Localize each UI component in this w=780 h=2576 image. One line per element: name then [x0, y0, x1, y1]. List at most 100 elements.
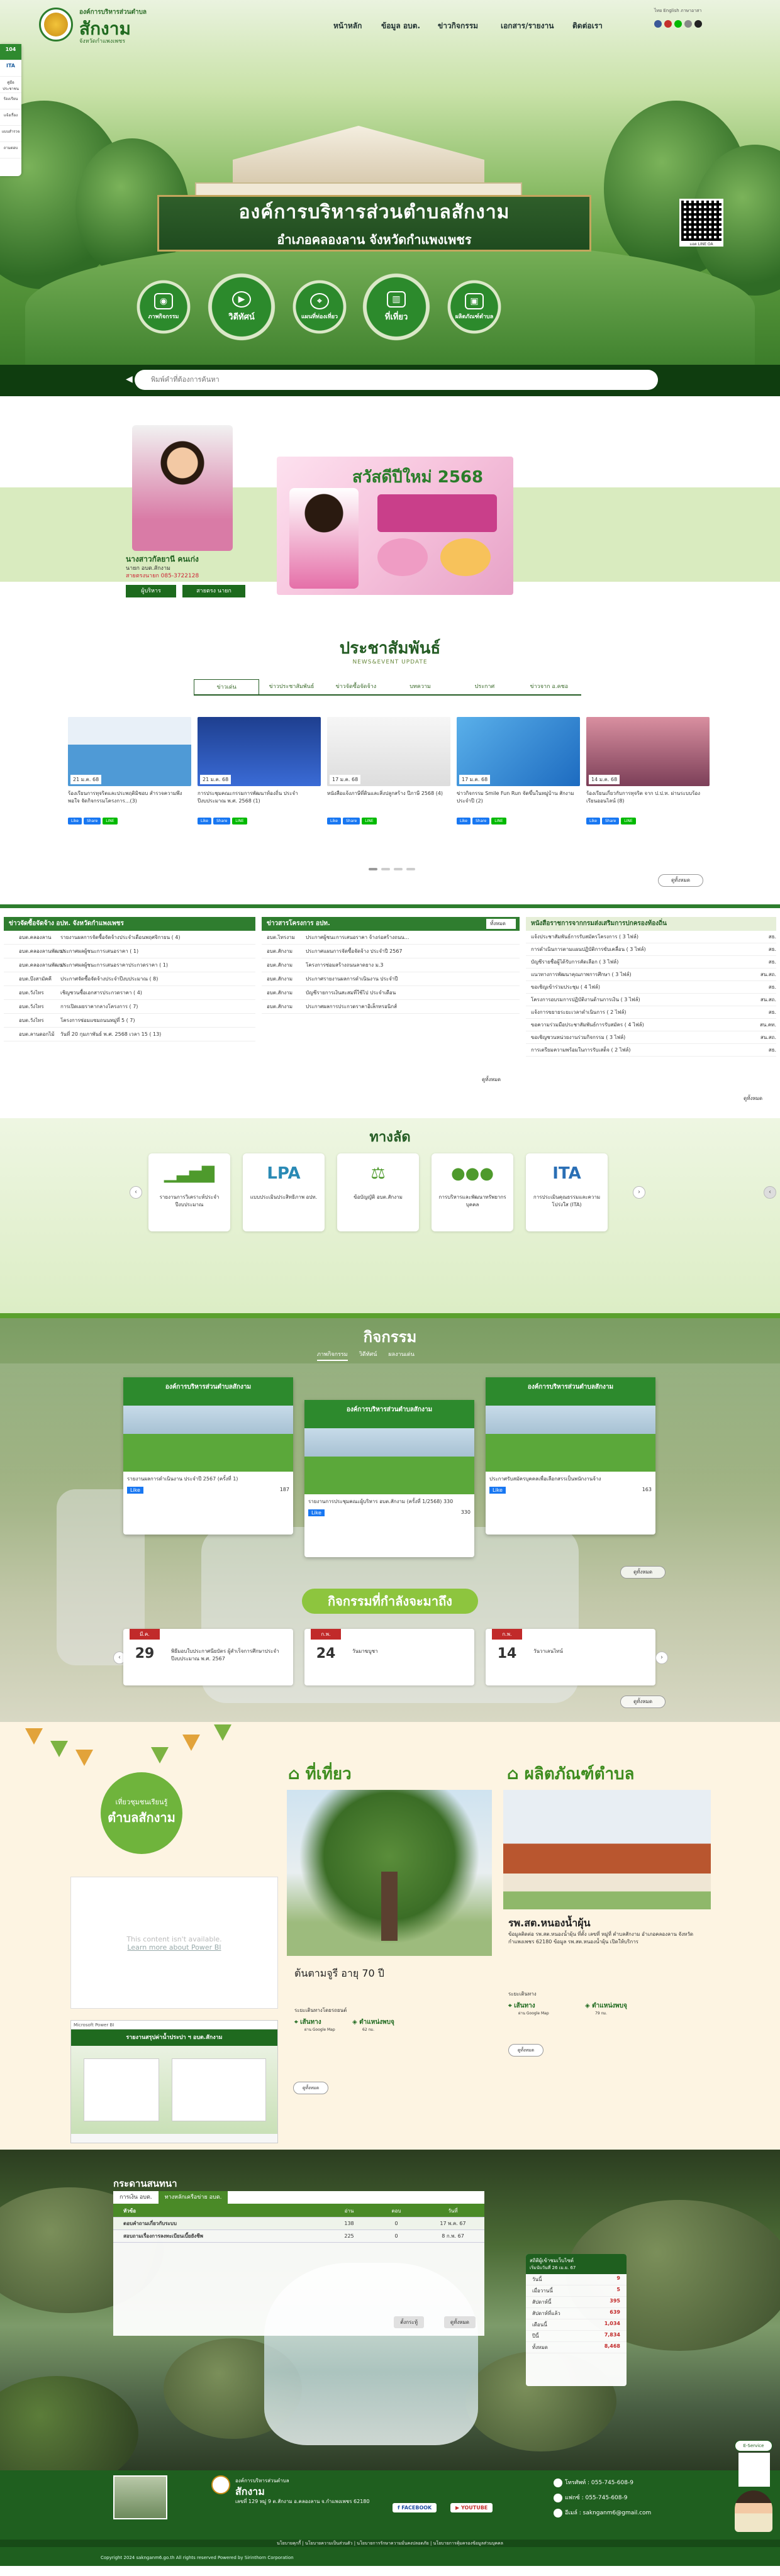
list-item[interactable]: อบต.วังไทร เชิญชวนซื้อเอกสารประกวดราคา ( …	[4, 986, 255, 1000]
list-item[interactable]: บัญชีรายชื่อผู้ได้รับการคัดเลือก ( 3 ไฟล…	[526, 956, 776, 969]
products-more-button[interactable]: ดูทั้งหมด	[508, 2044, 543, 2057]
list-item[interactable]: แจ้งการขยายระยะเวลาดำเนินการ ( 2 ไฟล์) สธ…	[526, 1006, 776, 1019]
list-item[interactable]: อบต.วังไทร การเปิดเผยราคากลางโครงการ ( 7)	[4, 1000, 255, 1014]
page-dot[interactable]	[406, 868, 415, 870]
all-topics-button[interactable]: ดูทั้งหมด	[443, 2316, 476, 2328]
list-item[interactable]: อบต.สักงาม โครงการซ่อมสร้างถนนลาดยาง ม.3	[262, 958, 520, 972]
list-item[interactable]: อบต.บึงสามัคคี ประกาศจัดซื้อจัดจ้างประจำป…	[4, 972, 255, 986]
tab-photos[interactable]: ภาพกิจกรรม	[317, 1350, 348, 1361]
side-item-survey[interactable]: แบบสำรวจ	[0, 126, 21, 142]
nav-news[interactable]: ข่าวกิจกรรม	[438, 20, 478, 32]
tab-highlights[interactable]: ผลงานเด่น	[388, 1350, 414, 1361]
list-item[interactable]: ขอเชิญชวนหน่วยงานร่วมกิจกรรม ( 3 ไฟล์) สน…	[526, 1031, 776, 1044]
footer-policy-links[interactable]: นโยบายคุกกี้ | นโยบายความเป็นส่วนตัว | น…	[0, 2540, 780, 2547]
activity-card[interactable]: องค์การบริหารส่วนตำบลสักงาม รายงานผลการด…	[123, 1377, 293, 1535]
youtube-button[interactable]: ▶ YOUTUBE	[450, 2503, 493, 2512]
youtube-icon[interactable]	[664, 20, 672, 28]
like-button[interactable]: Like	[198, 818, 211, 824]
shortcut-ordinance[interactable]: ⚖ ข้อบัญญัติ อบต.สักงาม	[337, 1153, 419, 1231]
water-report-embed[interactable]: Microsoft Power BI รายงานสรุปค่าน้ำประปา…	[70, 2020, 278, 2143]
tab-videos[interactable]: วิดีทัศน์	[359, 1350, 377, 1361]
side-item-ita[interactable]: ITA	[0, 60, 21, 77]
executives-button[interactable]: ผู้บริหาร	[126, 585, 176, 597]
hotline-button[interactable]: สายตรง นายก	[182, 585, 245, 597]
shortcut-ita[interactable]: ITA การประเมินคุณธรรมและความโปร่งใส (ITA…	[526, 1153, 608, 1231]
list-item[interactable]: อบต.สักงาม ประกาศผลการประกวดราคาอิเล็กทรอ…	[262, 1000, 520, 1014]
shortcut-lpa[interactable]: LPA แบบประเมินประสิทธิภาพ อปท.	[243, 1153, 325, 1231]
shortcut-annual-report[interactable]: ▁▃▅▇ รายงานการวิเคราะห์ประจำปีงบประมาณ	[148, 1153, 230, 1231]
side-item-complaint[interactable]: ร้องเรียน	[0, 93, 21, 109]
news-card[interactable]: 17 ม.ค. 68 หนังสือแจ้งภาษีที่ดินและสิ่งป…	[327, 717, 450, 843]
share-button[interactable]: Share	[601, 818, 620, 824]
tab-district-news[interactable]: ข่าวจาก อ.คชอ	[517, 679, 581, 694]
filter-select[interactable]: ทั้งหมด	[486, 919, 516, 929]
share-button[interactable]: Share	[83, 818, 101, 824]
nav-about[interactable]: ข้อมูล อบต.	[381, 20, 420, 32]
like-button[interactable]: Like	[327, 818, 341, 824]
tourism-photo[interactable]	[287, 1790, 492, 1956]
scroll-up-button[interactable]: ‹	[764, 1186, 776, 1199]
pbi-learn-more-link[interactable]: Learn more about Power BI	[71, 1943, 277, 1951]
new-year-banner[interactable]: สวัสดีปีใหม่ 2568	[277, 457, 513, 595]
tab-pr[interactable]: ข่าวประชาสัมพันธ์	[259, 679, 323, 694]
tab-network[interactable]: ทางหลักเครือข่าย อบต.	[158, 2191, 228, 2204]
tourism-more-button[interactable]: ดูทั้งหมด	[293, 2082, 328, 2094]
activity-card[interactable]: องค์การบริหารส่วนตำบลสักงาม ประกาศรับสมั…	[486, 1377, 655, 1535]
list-item[interactable]: อบต.คลองลานพัฒนา ประกาศผลผู้ชนะการเสนอราค…	[4, 958, 255, 972]
list-item[interactable]: อบต.ลานดอกไม้ วันที่ 20 กุมภาพันธ์ พ.ศ. 2…	[4, 1028, 255, 1041]
like-button[interactable]: Like	[68, 818, 82, 824]
list-item[interactable]: ขอเชิญเข้าร่วมประชุม ( 4 ไฟล์) สธ.	[526, 981, 776, 994]
event-card[interactable]: มี.ค. 29 พิธีมอบใบประกาศนียบัตร ผู้สำเร็จ…	[123, 1629, 293, 1685]
list-item[interactable]: อบต.สักงาม บัญชีรายการเงินสะสมที่ใช้ไป ปร…	[262, 986, 520, 1000]
event-card[interactable]: ก.พ. 14 วันวาเลนไทน์	[486, 1629, 655, 1685]
news-card[interactable]: 17 ม.ค. 68 ข่าวกิจกรรม Smile Fun Run จัด…	[457, 717, 580, 843]
tab-featured[interactable]: ข่าวเด่น	[194, 679, 260, 694]
line-qr-code[interactable]: แอด LINE OA	[679, 199, 723, 247]
table-row[interactable]: สอบถามเรื่องการลงทะเบียนเบี้ยยังชีพ 225 …	[113, 2230, 484, 2243]
events-next-arrow[interactable]: ›	[655, 1652, 668, 1664]
nav-documents[interactable]: เอกสาร/รายงาน	[501, 20, 554, 32]
shortcut-hr[interactable]: ●●● การบริหารและพัฒนาทรัพยากรบุคคล	[432, 1153, 513, 1231]
list-item[interactable]: ขอความร่วมมือประชาสัมพันธ์การรับสมัคร ( …	[526, 1019, 776, 1031]
footer-email[interactable]: อีเมล์ : saknganm6@gmail.com	[554, 2508, 651, 2518]
tab-announcements[interactable]: ประกาศ	[452, 679, 516, 694]
e-service-widget[interactable]: E-Service	[722, 2440, 779, 2533]
tab-finance[interactable]: การเงิน อบต.	[113, 2191, 159, 2204]
news-card[interactable]: 21 ม.ค. 68 ร้องเรียนการทุจริตและประพฤติม…	[68, 717, 191, 843]
page-dot[interactable]	[369, 868, 377, 870]
tab-procurement[interactable]: ข่าวจัดซื้อจัดจ้าง	[324, 679, 388, 694]
projects-more-link[interactable]: ดูทั้งหมด	[482, 1075, 501, 1084]
side-item-report[interactable]: แจ้งเรื่อง	[0, 109, 21, 126]
list-item[interactable]: อบต.ไทรงาม ประกาศผู้ชนะการเสนอราคา จ้างก่…	[262, 931, 520, 945]
facebook-icon[interactable]	[654, 20, 662, 28]
accessibility-icon[interactable]	[684, 20, 692, 28]
table-row[interactable]: ตอบคำถามเกี่ยวกับระบบ 138 0 17 พ.ค. 67	[113, 2218, 484, 2230]
lang-links[interactable]: ไทย English ภาษาอาสา	[654, 8, 701, 14]
new-topic-button[interactable]: ตั้งกระทู้	[394, 2316, 424, 2328]
nav-home[interactable]: หน้าหลัก	[333, 20, 362, 32]
news-more-button[interactable]: ดูทั้งหมด	[658, 874, 703, 887]
product-photo[interactable]	[503, 1790, 711, 1909]
quick-map[interactable]: ⌖ แผนที่ท่องเที่ยว	[289, 277, 350, 337]
line-share-button[interactable]: LINE	[362, 818, 377, 824]
quick-gallery[interactable]: ◉ ภาพกิจกรรม	[133, 277, 194, 337]
shortcut-prev-arrow[interactable]: ‹	[130, 1186, 142, 1199]
list-item[interactable]: อบต.คลองลาน รายงานผลการจัดซื้อจัดจ้างประจ…	[4, 931, 255, 945]
line-share-button[interactable]: LINE	[491, 818, 506, 824]
news-card[interactable]: 21 ม.ค. 68 การประชุมคณะกรรมการพัฒนาท้องถ…	[198, 717, 321, 843]
list-item[interactable]: อบต.สักงาม ประกาศแผนการจัดซื้อจัดจ้าง ประ…	[262, 945, 520, 958]
list-item[interactable]: อบต.วังไทร โครงการซ่อมแซมถนนหมู่ที่ 5 ( 7…	[4, 1014, 255, 1028]
activity-card[interactable]: องค์การบริหารส่วนตำบลสักงาม รายงานการประ…	[304, 1400, 474, 1557]
share-button[interactable]: Share	[472, 818, 490, 824]
side-item-qa[interactable]: ถามตอบ	[0, 142, 21, 158]
list-item[interactable]: การดำเนินการตามแผนปฏิบัติการขับเคลื่อน (…	[526, 943, 776, 956]
page-dot[interactable]	[394, 868, 403, 870]
news-card[interactable]: 14 ม.ค. 68 ร้องเรียนเกี่ยวกับการทุจริต จ…	[586, 717, 710, 843]
quick-products[interactable]: ▣ ผลิตภัณฑ์ตำบล	[444, 277, 504, 337]
list-item[interactable]: อบต.คลองลานพัฒนา ประกาศผลผู้ชนะการเสนอราค…	[4, 945, 255, 958]
line-share-button[interactable]: LINE	[103, 818, 118, 824]
org-logo[interactable]	[39, 8, 73, 42]
tourism-directions[interactable]: ⌖ เส้นทาง	[294, 2018, 321, 2027]
side-item-manual[interactable]: คู่มือประชาชน	[0, 77, 21, 93]
events-more-button[interactable]: ดูทั้งหมด	[620, 1696, 666, 1708]
